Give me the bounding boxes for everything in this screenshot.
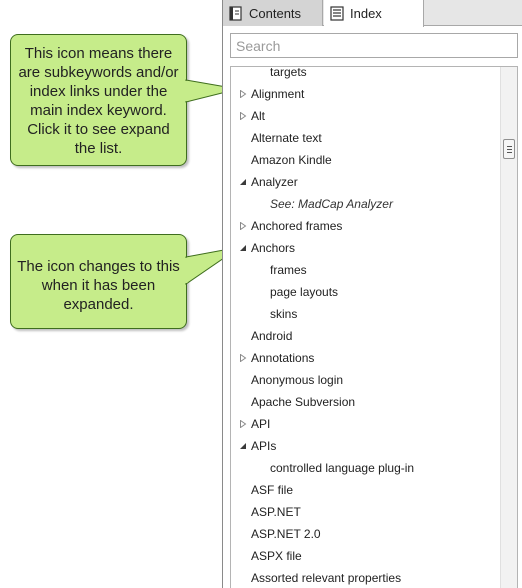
- book-icon: [229, 5, 242, 21]
- index-entry-label: Apache Subversion: [251, 395, 356, 409]
- index-entry-label: Alternate text: [251, 131, 322, 145]
- index-icon: [330, 6, 344, 21]
- index-entry-label: ASP.NET: [251, 505, 301, 519]
- tab-bar: Contents Index: [223, 0, 522, 27]
- index-entry-label: ASP.NET 2.0: [251, 527, 321, 541]
- index-entry-label: targets: [270, 66, 307, 79]
- index-keyword[interactable]: ASPX file: [231, 545, 501, 567]
- tab-contents-label: Contents: [249, 5, 302, 21]
- index-keyword[interactable]: Anchored frames: [231, 215, 501, 237]
- index-keyword[interactable]: Analyzer: [231, 171, 501, 193]
- search-input[interactable]: [230, 33, 518, 58]
- tab-index-label: Index: [350, 6, 382, 21]
- index-keyword[interactable]: Annotations: [231, 347, 501, 369]
- index-entry-label: page layouts: [270, 285, 339, 299]
- index-entry-label: Android: [251, 329, 293, 343]
- index-entry-label: controlled language plug-in: [270, 461, 415, 475]
- index-keyword[interactable]: Anchors: [231, 237, 501, 259]
- index-entry-label: ASPX file: [251, 549, 302, 563]
- collapse-toggle-icon[interactable]: [238, 435, 248, 457]
- index-entry-label: Alt: [251, 109, 266, 123]
- index-entry-label: Alignment: [251, 87, 305, 101]
- index-entry-label: Analyzer: [251, 175, 298, 189]
- index-subkeyword[interactable]: See: MadCap Analyzer: [231, 193, 501, 215]
- index-keyword[interactable]: ASP.NET: [231, 501, 501, 523]
- callout-expanded-icon-note: The icon changes to this when it has bee…: [10, 234, 187, 329]
- index-keyword[interactable]: ASF file: [231, 479, 501, 501]
- index-subkeyword[interactable]: frames: [231, 259, 501, 281]
- index-keyword[interactable]: APIs: [231, 435, 501, 457]
- index-keyword[interactable]: ASP.NET 2.0: [231, 523, 501, 545]
- index-keyword[interactable]: Alignment: [231, 83, 501, 105]
- index-subkeyword[interactable]: targets: [231, 66, 501, 83]
- index-keyword[interactable]: Anonymous login: [231, 369, 501, 391]
- index-keyword[interactable]: Assorted relevant properties: [231, 567, 501, 588]
- index-panel: Contents Index targets Alignment Alt Altern…: [222, 0, 522, 588]
- expand-toggle-icon[interactable]: [238, 105, 248, 127]
- index-keyword[interactable]: Alternate text: [231, 127, 501, 149]
- index-keyword[interactable]: Apache Subversion: [231, 391, 501, 413]
- index-subkeyword[interactable]: skins: [231, 303, 501, 325]
- index-entry-label: APIs: [251, 439, 277, 453]
- expand-toggle-icon[interactable]: [238, 347, 248, 369]
- index-entry-label: Assorted relevant properties: [251, 571, 402, 585]
- index-entry-label: ASF file: [251, 483, 294, 497]
- collapse-toggle-icon[interactable]: [238, 171, 248, 193]
- index-entries: targets Alignment Alt Alternate text Amazon …: [231, 66, 501, 588]
- index-subkeyword[interactable]: page layouts: [231, 281, 501, 303]
- scrollbar-thumb[interactable]: [503, 139, 515, 159]
- index-entry-label: Annotations: [251, 351, 315, 365]
- expand-toggle-icon[interactable]: [238, 215, 248, 237]
- index-keyword[interactable]: Alt: [231, 105, 501, 127]
- index-keyword[interactable]: Amazon Kindle: [231, 149, 501, 171]
- expand-toggle-icon[interactable]: [238, 83, 248, 105]
- index-subkeyword[interactable]: controlled language plug-in: [231, 457, 501, 479]
- index-list: targets Alignment Alt Alternate text Amazon …: [230, 66, 518, 588]
- vertical-scrollbar[interactable]: [500, 67, 517, 588]
- index-entry-label: skins: [270, 307, 298, 321]
- collapse-toggle-icon[interactable]: [238, 237, 248, 259]
- index-keyword[interactable]: Android: [231, 325, 501, 347]
- expand-toggle-icon[interactable]: [238, 413, 248, 435]
- index-entry-label: Anonymous login: [251, 373, 344, 387]
- tab-index[interactable]: Index: [324, 0, 424, 27]
- index-entry-label: Anchored frames: [251, 219, 343, 233]
- callout-collapsed-icon-note: This icon means there are subkeywords an…: [10, 34, 187, 166]
- tab-contents[interactable]: Contents: [223, 0, 323, 26]
- index-entry-label: Amazon Kindle: [251, 153, 332, 167]
- index-keyword[interactable]: API: [231, 413, 501, 435]
- index-entry-label: API: [251, 417, 271, 431]
- index-entry-label: Anchors: [251, 241, 296, 255]
- index-entry-label: See: MadCap Analyzer: [270, 197, 393, 211]
- index-entry-label: frames: [270, 263, 307, 277]
